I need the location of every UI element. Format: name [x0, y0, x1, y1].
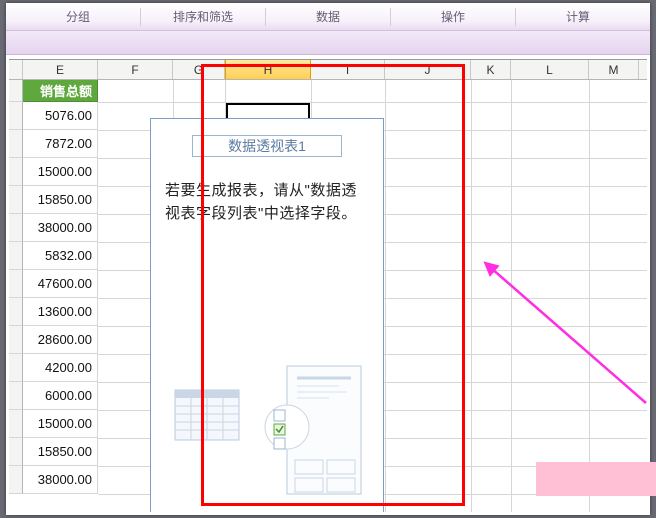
selectall-corner[interactable]	[9, 60, 23, 79]
cell-value[interactable]: 38000.00	[23, 466, 98, 494]
cell-value[interactable]: 5832.00	[23, 242, 98, 270]
row-header[interactable]	[9, 242, 23, 270]
row-header[interactable]	[9, 158, 23, 186]
row-header[interactable]	[9, 326, 23, 354]
col-header-M[interactable]: M	[589, 60, 639, 79]
row-header[interactable]	[9, 214, 23, 242]
pivottable-illustration-icon	[169, 360, 367, 500]
pivottable-title: 数据透视表1	[192, 135, 342, 157]
decorative-pink-block	[536, 462, 656, 496]
row-header[interactable]	[9, 186, 23, 214]
cell-value[interactable]: 6000.00	[23, 382, 98, 410]
pivottable-hint: 若要生成报表，请从"数据透视表字段列表"中选择字段。	[165, 179, 369, 226]
ribbon-group-grouping[interactable]: 分组	[16, 3, 140, 30]
column-headers: E F G H I J K L M	[9, 60, 647, 80]
col-header-F[interactable]: F	[98, 60, 173, 79]
row-header[interactable]	[9, 438, 23, 466]
row-header[interactable]	[9, 298, 23, 326]
cell-value[interactable]: 47600.00	[23, 270, 98, 298]
ribbon-group-operate[interactable]: 操作	[391, 3, 515, 30]
cell-value[interactable]: 13600.00	[23, 298, 98, 326]
row-header[interactable]	[9, 80, 23, 102]
pivottable-placeholder[interactable]: 数据透视表1 若要生成报表，请从"数据透视表字段列表"中选择字段。	[150, 118, 384, 512]
row-header[interactable]	[9, 382, 23, 410]
cell-value[interactable]: 38000.00	[23, 214, 98, 242]
col-header-E[interactable]: E	[23, 60, 98, 79]
ribbon-bar: 分组 排序和筛选 数据 操作 计算	[6, 3, 650, 31]
cell-value[interactable]: 28600.00	[23, 326, 98, 354]
ribbon-group-sortfilter[interactable]: 排序和筛选	[141, 3, 265, 30]
app-window: 分组 排序和筛选 数据 操作 计算 E F G H I J K L M 销售总额	[6, 3, 650, 515]
sales-total-header[interactable]: 销售总额	[23, 80, 98, 102]
row-header[interactable]	[9, 354, 23, 382]
row-header[interactable]	[9, 410, 23, 438]
cell-value[interactable]: 15000.00	[23, 158, 98, 186]
row-header[interactable]	[9, 466, 23, 494]
cell-value[interactable]: 4200.00	[23, 354, 98, 382]
cell-value[interactable]: 7872.00	[23, 130, 98, 158]
col-header-I[interactable]: I	[311, 60, 385, 79]
ribbon-lower	[6, 31, 650, 55]
ribbon-group-calc[interactable]: 计算	[516, 3, 640, 30]
cell-value[interactable]: 15850.00	[23, 186, 98, 214]
row-header[interactable]	[9, 130, 23, 158]
col-header-L[interactable]: L	[511, 60, 589, 79]
col-header-K[interactable]: K	[471, 60, 511, 79]
cell-value[interactable]: 15000.00	[23, 410, 98, 438]
col-header-J[interactable]: J	[385, 60, 471, 79]
cell-value[interactable]: 15850.00	[23, 438, 98, 466]
spreadsheet[interactable]: E F G H I J K L M 销售总额 5076.00 7872.00 1…	[9, 59, 647, 512]
row-header[interactable]	[9, 102, 23, 130]
col-header-H[interactable]: H	[225, 60, 311, 79]
ribbon-group-data[interactable]: 数据	[266, 3, 390, 30]
grid-body[interactable]: 销售总额 5076.00 7872.00 15000.00 15850.00 3…	[9, 80, 647, 512]
row-header[interactable]	[9, 270, 23, 298]
cell-value[interactable]: 5076.00	[23, 102, 98, 130]
col-header-G[interactable]: G	[173, 60, 225, 79]
